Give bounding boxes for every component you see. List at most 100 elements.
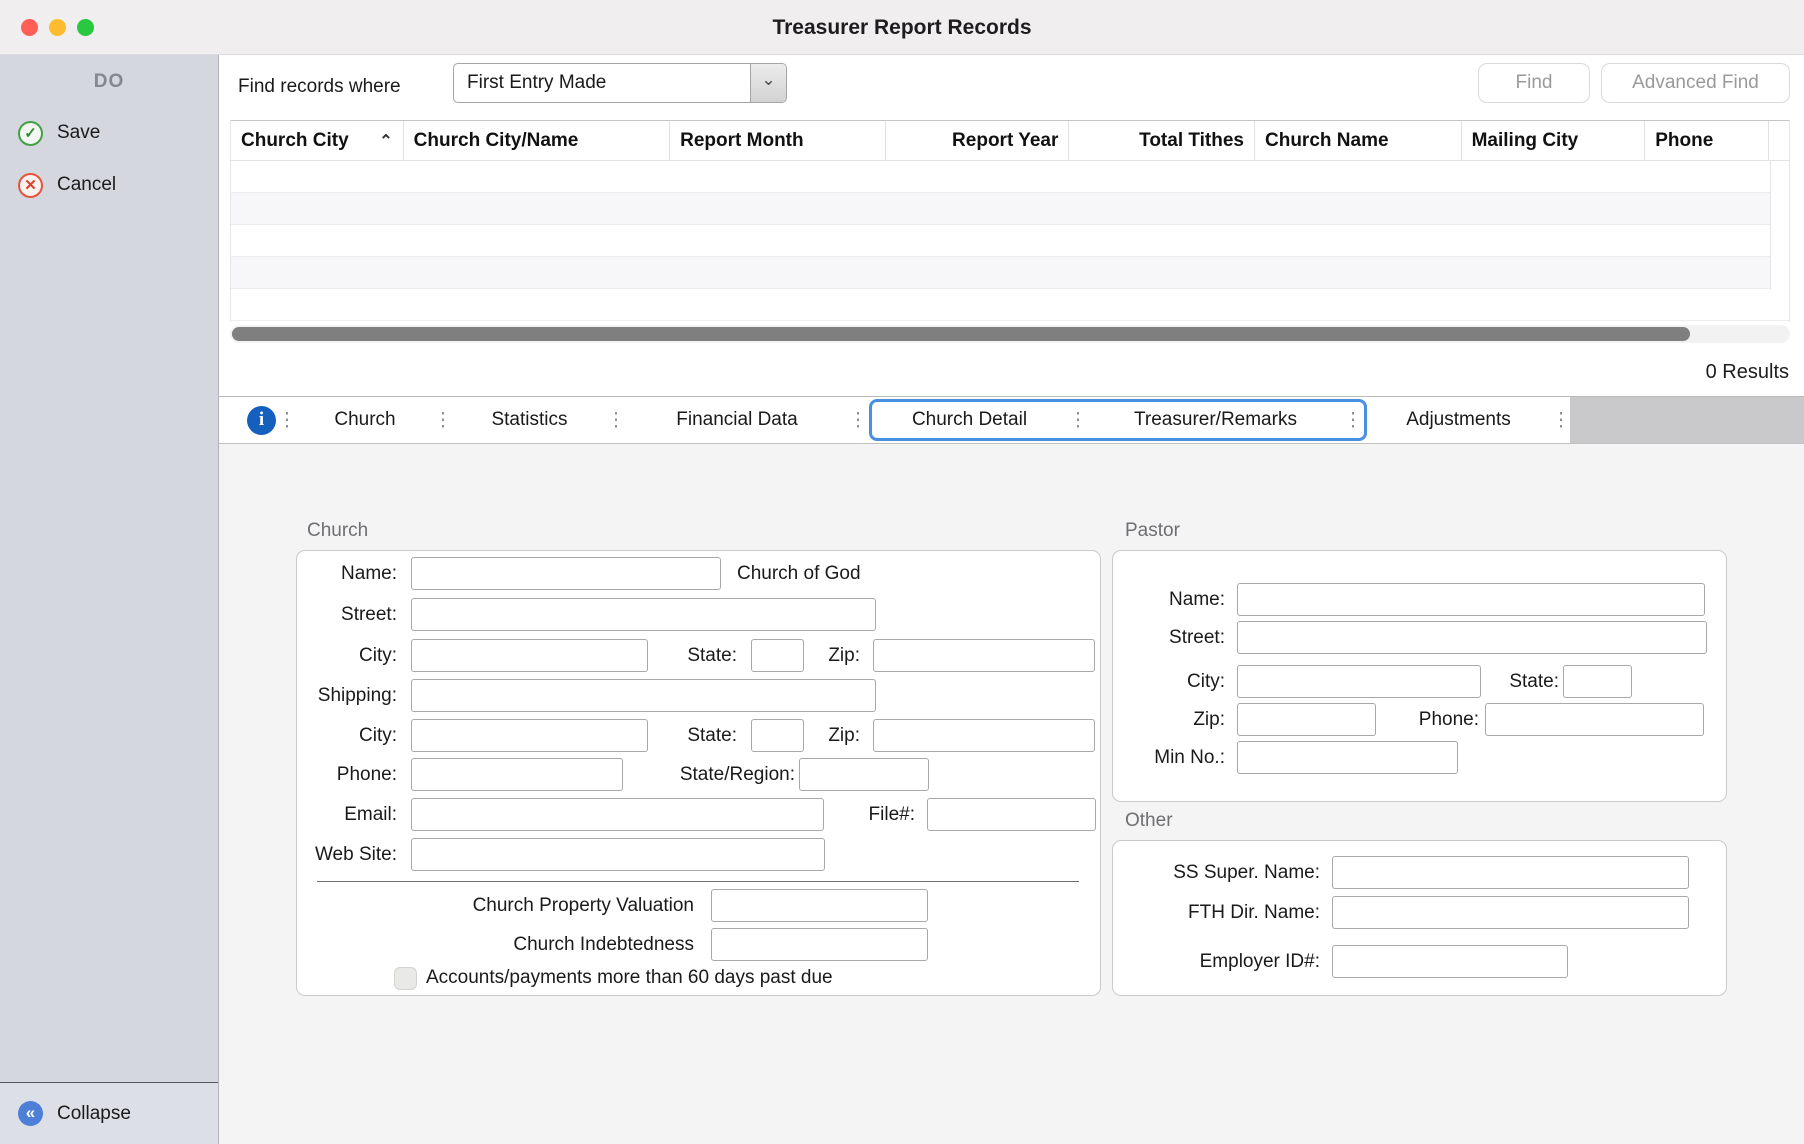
tab-separator-icon: ⋮	[847, 409, 869, 432]
state-region-input[interactable]	[799, 758, 929, 791]
church-group-title: Church	[307, 520, 368, 542]
column-header-report-year[interactable]: Report Year	[886, 121, 1070, 160]
church-state-label: State:	[648, 645, 737, 667]
tab-church[interactable]: Church	[298, 397, 432, 443]
shipping-state-input[interactable]	[751, 719, 804, 752]
find-toolbar: Find records where First Entry Made ⌄ Fi…	[219, 55, 1804, 119]
tab-separator-icon: ⋮	[1550, 409, 1572, 432]
pastor-zip-row: Zip: Phone:	[1113, 703, 1726, 736]
tab-financial-data[interactable]: Financial Data	[627, 397, 847, 443]
save-button[interactable]: ✓ Save	[0, 113, 218, 153]
property-valuation-label: Church Property Valuation	[297, 895, 694, 917]
collapse-button[interactable]: « Collapse	[0, 1083, 218, 1144]
min-no-input[interactable]	[1237, 741, 1458, 774]
tab-statistics[interactable]: Statistics	[454, 397, 605, 443]
cancel-label: Cancel	[57, 174, 116, 196]
church-name-input[interactable]	[411, 557, 721, 590]
tab-separator-icon: ⋮	[1342, 409, 1364, 432]
info-icon[interactable]: i	[247, 406, 276, 435]
pastor-street-label: Street:	[1113, 627, 1225, 649]
dropdown-selected-value: First Entry Made	[454, 64, 750, 102]
fth-dir-name-row: FTH Dir. Name:	[1113, 896, 1726, 929]
column-header-phone[interactable]: Phone	[1645, 121, 1769, 160]
table-row	[231, 193, 1789, 225]
employer-id-input[interactable]	[1332, 945, 1568, 978]
indebtedness-input[interactable]	[711, 928, 928, 961]
church-phone-label: Phone:	[297, 764, 397, 786]
church-city-label: City:	[297, 645, 397, 667]
tab-separator-icon: ⋮	[276, 409, 298, 432]
tab-bar-inner: i ⋮ Church ⋮ Statistics ⋮ Financial Data…	[219, 397, 1570, 443]
table-row	[231, 257, 1789, 289]
vertical-scrollbar-track[interactable]	[1770, 161, 1789, 290]
tab-separator-icon: ⋮	[605, 409, 627, 432]
table-row	[231, 289, 1789, 321]
pastor-name-input[interactable]	[1237, 583, 1705, 616]
web-site-input[interactable]	[411, 838, 825, 871]
file-number-input[interactable]	[927, 798, 1096, 831]
ss-super-name-input[interactable]	[1332, 856, 1689, 889]
sidebar: DO ✓ Save ✕ Cancel « Collapse	[0, 55, 219, 1144]
collapse-label: Collapse	[57, 1103, 131, 1125]
shipping-label: Shipping:	[297, 685, 397, 707]
church-street-input[interactable]	[411, 598, 876, 631]
pastor-state-label: State:	[1481, 671, 1559, 693]
column-header-church-city[interactable]: Church City ⌃	[231, 121, 404, 160]
church-zip-input[interactable]	[873, 639, 1095, 672]
column-header-total-tithes[interactable]: Total Tithes	[1069, 121, 1255, 160]
shipping-street-row: Shipping:	[297, 679, 1100, 712]
shipping-city-input[interactable]	[411, 719, 648, 752]
tab-treasurer-remarks[interactable]: Treasurer/Remarks	[1089, 402, 1342, 438]
min-no-label: Min No.:	[1113, 747, 1225, 769]
church-zip-label: Zip:	[804, 645, 860, 667]
church-phone-input[interactable]	[411, 758, 623, 791]
tab-separator-icon: ⋮	[1067, 409, 1089, 432]
fth-dir-name-label: FTH Dir. Name:	[1113, 902, 1320, 924]
table-header: Church City ⌃ Church City/Name Report Mo…	[230, 120, 1790, 161]
column-label: Church City	[241, 130, 349, 152]
pastor-state-input[interactable]	[1563, 665, 1632, 698]
horizontal-scrollbar-thumb[interactable]	[232, 327, 1690, 341]
pastor-phone-label: Phone:	[1376, 709, 1479, 731]
column-header-report-month[interactable]: Report Month	[670, 121, 886, 160]
table-row	[231, 161, 1789, 193]
column-header-mailing-city[interactable]: Mailing City	[1462, 121, 1646, 160]
app-window: Treasurer Report Records DO ✓ Save ✕ Can…	[0, 0, 1804, 1144]
find-where-label: Find records where	[238, 55, 401, 119]
pastor-zip-input[interactable]	[1237, 703, 1376, 736]
church-group-box: Name: Church of God Street: City: State:…	[296, 550, 1101, 996]
church-state-input[interactable]	[751, 639, 804, 672]
pastor-city-input[interactable]	[1237, 665, 1481, 698]
find-button[interactable]: Find	[1478, 63, 1590, 103]
past-due-label: Accounts/payments more than 60 days past…	[426, 967, 833, 989]
church-city-input[interactable]	[411, 639, 648, 672]
chevron-glyph: ⌄	[761, 70, 775, 90]
other-group-title: Other	[1125, 810, 1173, 832]
property-valuation-row: Church Property Valuation	[297, 889, 1100, 922]
pastor-street-input[interactable]	[1237, 621, 1707, 654]
church-of-god-suffix: Church of God	[737, 563, 861, 585]
tab-church-detail[interactable]: Church Detail	[872, 402, 1067, 438]
past-due-checkbox[interactable]	[394, 967, 417, 990]
tab-separator-icon: ⋮	[432, 409, 454, 432]
shipping-street-input[interactable]	[411, 679, 876, 712]
church-street-row: Street:	[297, 598, 1100, 631]
state-region-label: State/Region:	[623, 764, 795, 786]
tab-adjustments[interactable]: Adjustments	[1367, 397, 1550, 443]
advanced-find-button[interactable]: Advanced Find	[1601, 63, 1790, 103]
find-field-dropdown[interactable]: First Entry Made ⌄	[453, 63, 787, 103]
horizontal-scrollbar-track[interactable]	[230, 325, 1790, 343]
church-email-input[interactable]	[411, 798, 824, 831]
column-header-church-city-name[interactable]: Church City/Name	[404, 121, 670, 160]
church-name-label: Name:	[297, 563, 397, 585]
record-list	[230, 161, 1790, 322]
pastor-phone-input[interactable]	[1485, 703, 1704, 736]
cancel-button[interactable]: ✕ Cancel	[0, 165, 218, 205]
fth-dir-name-input[interactable]	[1332, 896, 1689, 929]
section-divider	[317, 881, 1079, 882]
column-header-church-name[interactable]: Church Name	[1255, 121, 1462, 160]
chevron-down-icon[interactable]: ⌄	[750, 64, 786, 102]
shipping-zip-input[interactable]	[873, 719, 1095, 752]
church-name-row: Name: Church of God	[297, 557, 1100, 590]
property-valuation-input[interactable]	[711, 889, 928, 922]
